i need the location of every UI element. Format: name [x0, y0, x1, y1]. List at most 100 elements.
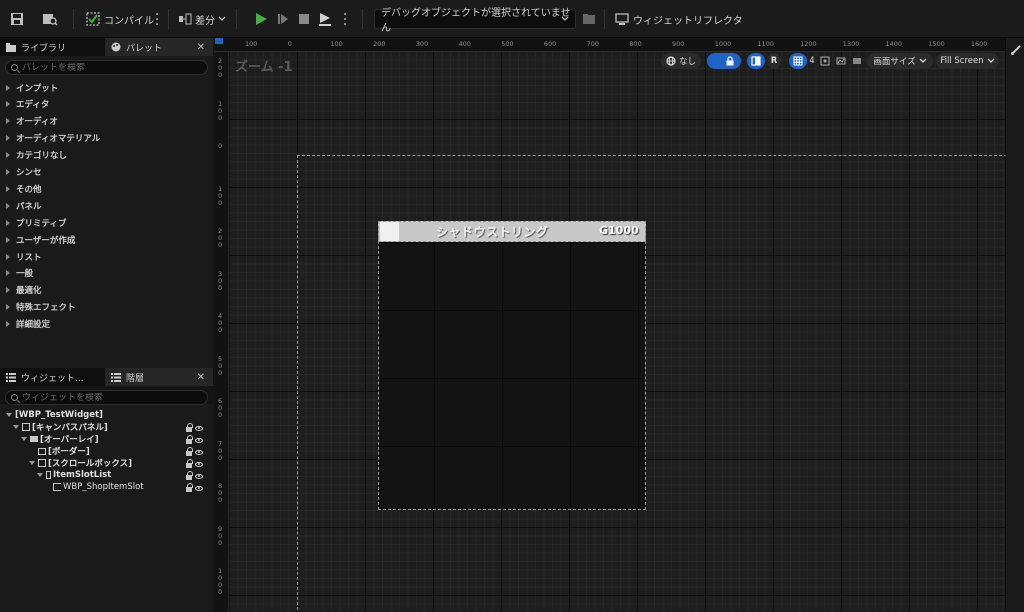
lock-toggle[interactable]: [707, 53, 741, 69]
device-preview-button[interactable]: [851, 53, 863, 69]
title-selection-outline: [378, 221, 646, 242]
lock-icon[interactable]: [186, 447, 193, 456]
tab-hierarchy[interactable]: 階層 ✕: [105, 368, 213, 386]
palette-category[interactable]: インプット: [0, 79, 213, 96]
play-button[interactable]: [254, 9, 268, 29]
safe-zone-icon: [820, 56, 830, 66]
expand-arrow-icon[interactable]: [37, 473, 43, 477]
ruler-tick-label: 600: [543, 40, 557, 48]
lock-icon[interactable]: [186, 459, 193, 468]
tree-row-scroll-box[interactable]: [スクロールボックス]: [0, 457, 213, 469]
lock-icon[interactable]: [186, 423, 193, 432]
debug-browse-button[interactable]: [582, 9, 596, 29]
expand-arrow-icon[interactable]: [13, 425, 19, 429]
palette-category[interactable]: オーディオマテリアル: [0, 130, 213, 147]
save-button[interactable]: [10, 9, 28, 29]
widget-search-input[interactable]: [22, 392, 202, 403]
chevron-down-icon: [919, 58, 927, 63]
grid-snap-toggle[interactable]: [789, 53, 807, 69]
tab-palette[interactable]: パレット ✕: [105, 38, 213, 56]
compile-options-button[interactable]: [154, 9, 160, 29]
eye-icon[interactable]: [195, 485, 203, 491]
close-icon[interactable]: ✕: [197, 42, 205, 53]
expand-arrow-icon: [6, 101, 10, 108]
row-controls: [186, 435, 203, 444]
preview-background-button[interactable]: [835, 53, 847, 69]
eye-icon[interactable]: [195, 437, 203, 443]
palette-category[interactable]: パネル: [0, 197, 213, 214]
tree-row-shop-item-slot[interactable]: WBP_ShopItemSlot: [0, 481, 213, 493]
dpi-preview-button[interactable]: なし: [661, 53, 701, 69]
expand-arrow-icon: [6, 304, 10, 311]
palette-category[interactable]: 特殊エフェクト: [0, 299, 213, 316]
palette-category[interactable]: リスト: [0, 248, 213, 265]
expand-arrow-icon: [6, 169, 10, 175]
ruler-tick-label: 9 0 0: [218, 524, 223, 547]
fill-screen-dropdown[interactable]: Fill Screen: [936, 53, 999, 69]
expand-arrow-icon[interactable]: [21, 437, 27, 441]
tree-row-canvas-panel[interactable]: [キャンバスパネル]: [0, 421, 213, 433]
screen-size-dropdown[interactable]: 画面サイズ: [867, 53, 933, 69]
folder-search-icon: [43, 14, 58, 26]
brush-icon[interactable]: [1010, 44, 1022, 56]
palette-category[interactable]: 最適化: [0, 282, 213, 299]
safe-zone-button[interactable]: [819, 53, 831, 69]
tree-row-root[interactable]: [WBP_TestWidget]: [0, 409, 213, 421]
localization-preview-button[interactable]: R: [767, 53, 781, 69]
eye-icon[interactable]: [195, 461, 203, 467]
expand-arrow-icon[interactable]: [6, 413, 12, 417]
palette-category[interactable]: 一般: [0, 265, 213, 282]
toolbar-separator: [73, 9, 74, 29]
tab-library[interactable]: ライブラリ: [0, 38, 103, 56]
palette-category[interactable]: オーディオ: [0, 113, 213, 130]
close-icon[interactable]: ✕: [197, 372, 205, 383]
step-button[interactable]: [276, 9, 290, 29]
tab-widgets[interactable]: ウィジェット...: [0, 368, 103, 386]
left-panel: ライブラリ パレット ✕ インプットエディタオーディオオーディオマテリアルカテゴ…: [0, 38, 213, 612]
lock-icon[interactable]: [186, 483, 193, 492]
palette-category[interactable]: ユーザーが作成: [0, 231, 213, 248]
expand-arrow-icon[interactable]: [29, 461, 35, 465]
palette-category[interactable]: 詳細設定: [0, 316, 213, 333]
diff-button[interactable]: 差分: [178, 9, 226, 29]
stop-button[interactable]: [297, 9, 311, 29]
lock-icon[interactable]: [186, 435, 193, 444]
tree-row-overlay[interactable]: [オーバーレイ]: [0, 433, 213, 445]
palette-category[interactable]: エディタ: [0, 96, 213, 113]
palette-category[interactable]: シンセ: [0, 164, 213, 181]
vertical-box-icon: [46, 471, 51, 479]
globe-icon: [666, 56, 676, 66]
expand-arrow-icon: [6, 270, 10, 277]
respect-locks-toggle[interactable]: [747, 53, 765, 69]
ruler-tick-label: 1500: [928, 40, 945, 48]
widget-search[interactable]: [5, 390, 208, 405]
grid-icon: [793, 56, 803, 66]
row-controls: [186, 483, 203, 492]
chevron-down-icon: [561, 16, 569, 21]
palette-search[interactable]: [5, 60, 208, 75]
compile-icon: [86, 12, 100, 26]
eye-icon[interactable]: [195, 425, 203, 431]
designer-canvas[interactable]: 100 0 100 200 300 400 500 600 700 800 900 1000 1100 1…: [215, 38, 1005, 612]
eye-icon[interactable]: [195, 473, 203, 479]
eye-icon[interactable]: [195, 449, 203, 455]
palette-category[interactable]: カテゴリなし: [0, 147, 213, 164]
overlay-icon: [30, 436, 38, 442]
palette-category[interactable]: その他: [0, 180, 213, 197]
lock-icon[interactable]: [186, 471, 193, 480]
grid-size-value[interactable]: 4: [807, 53, 817, 69]
kebab-icon: [342, 12, 348, 26]
tree-row-item-slot-list[interactable]: ItemSlotList: [0, 469, 213, 481]
play-options-button[interactable]: [342, 9, 348, 29]
browse-button[interactable]: [42, 9, 60, 29]
palette-tabbar: ライブラリ パレット ✕: [0, 38, 213, 56]
tree-row-border[interactable]: [ボーダー]: [0, 445, 213, 457]
palette-search-input[interactable]: [22, 62, 202, 73]
widget-reflector-button[interactable]: ウィジェットリフレクタ: [615, 9, 743, 29]
play-mode-button[interactable]: [318, 9, 332, 29]
debug-object-dropdown[interactable]: デバッグオブジェクトが選択されていません: [374, 8, 576, 34]
compile-button[interactable]: コンパイル: [86, 9, 154, 29]
shop-widget-preview[interactable]: シャドウストリング G1000: [378, 221, 646, 510]
compile-label: コンパイル: [104, 15, 154, 27]
palette-category[interactable]: プリミティブ: [0, 214, 213, 231]
